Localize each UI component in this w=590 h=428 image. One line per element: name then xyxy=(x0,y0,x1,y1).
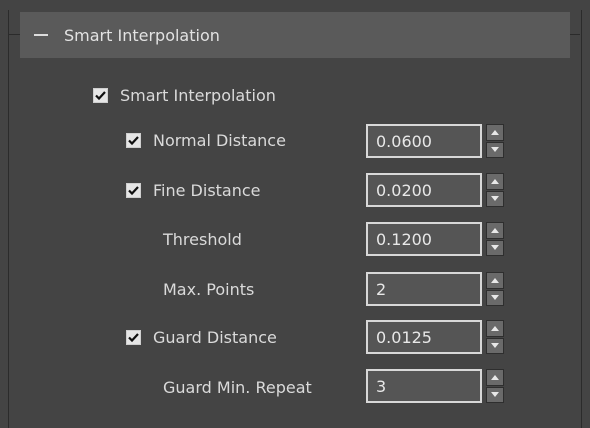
normal-distance-field[interactable] xyxy=(366,124,482,158)
down-arrow-icon xyxy=(491,392,499,398)
guard-distance-checkbox[interactable] xyxy=(126,330,141,345)
normal-distance-spinner[interactable] xyxy=(366,124,504,158)
guard-min-repeat-spinner[interactable] xyxy=(366,369,504,403)
up-arrow-icon xyxy=(491,374,499,380)
spin-up-button[interactable] xyxy=(486,320,504,337)
guard-min-repeat-row: Guard Min. Repeat xyxy=(163,378,312,397)
smart-interpolation-row[interactable]: Smart Interpolation xyxy=(93,86,276,105)
guard-min-repeat-field[interactable] xyxy=(366,369,482,403)
guard-min-repeat-label: Guard Min. Repeat xyxy=(163,378,312,397)
spin-down-button[interactable] xyxy=(486,386,504,403)
guard-distance-spinner[interactable] xyxy=(366,320,504,354)
checkmark-icon xyxy=(95,91,106,101)
rollout-border-left xyxy=(8,34,20,35)
fine-distance-field[interactable] xyxy=(366,173,482,207)
smart-interpolation-label: Smart Interpolation xyxy=(120,86,276,105)
spin-up-button[interactable] xyxy=(486,369,504,386)
guard-distance-row[interactable]: Guard Distance xyxy=(126,328,277,347)
spin-down-button[interactable] xyxy=(486,190,504,207)
rollout-title: Smart Interpolation xyxy=(64,25,220,45)
spin-up-button[interactable] xyxy=(486,272,504,289)
threshold-spinner[interactable] xyxy=(366,222,504,256)
threshold-label: Threshold xyxy=(163,230,242,249)
spin-down-button[interactable] xyxy=(486,289,504,306)
fine-distance-spinner[interactable] xyxy=(366,173,504,207)
up-arrow-icon xyxy=(491,277,499,283)
fine-distance-label: Fine Distance xyxy=(153,181,261,200)
down-arrow-icon xyxy=(491,295,499,301)
spin-down-button[interactable] xyxy=(486,337,504,354)
threshold-arrows xyxy=(486,222,504,256)
rollout-header[interactable]: Smart Interpolation xyxy=(20,12,570,58)
fine-distance-row[interactable]: Fine Distance xyxy=(126,181,261,200)
threshold-field[interactable] xyxy=(366,222,482,256)
up-arrow-icon xyxy=(491,227,499,233)
spin-down-button[interactable] xyxy=(486,141,504,158)
down-arrow-icon xyxy=(491,147,499,153)
fine-distance-arrows xyxy=(486,173,504,207)
threshold-row: Threshold xyxy=(163,230,242,249)
up-arrow-icon xyxy=(491,178,499,184)
rollout-panel xyxy=(8,10,582,428)
normal-distance-label: Normal Distance xyxy=(153,131,286,150)
spin-up-button[interactable] xyxy=(486,124,504,141)
max-points-field[interactable] xyxy=(366,272,482,306)
spin-down-button[interactable] xyxy=(486,239,504,256)
checkmark-icon xyxy=(128,186,139,196)
guard-min-repeat-arrows xyxy=(486,369,504,403)
down-arrow-icon xyxy=(491,245,499,251)
normal-distance-row[interactable]: Normal Distance xyxy=(126,131,286,150)
guard-distance-label: Guard Distance xyxy=(153,328,277,347)
down-arrow-icon xyxy=(491,343,499,349)
max-points-label: Max. Points xyxy=(163,280,255,299)
checkmark-icon xyxy=(128,136,139,146)
down-arrow-icon xyxy=(491,196,499,202)
smart-interpolation-checkbox[interactable] xyxy=(93,88,108,103)
spin-up-button[interactable] xyxy=(486,173,504,190)
guard-distance-arrows xyxy=(486,320,504,354)
normal-distance-arrows xyxy=(486,124,504,158)
spin-up-button[interactable] xyxy=(486,222,504,239)
checkmark-icon xyxy=(128,333,139,343)
rollout-border-right xyxy=(570,34,580,35)
guard-distance-field[interactable] xyxy=(366,320,482,354)
max-points-arrows xyxy=(486,272,504,306)
fine-distance-checkbox[interactable] xyxy=(126,183,141,198)
up-arrow-icon xyxy=(491,129,499,135)
max-points-row: Max. Points xyxy=(163,280,254,299)
minus-icon[interactable] xyxy=(34,34,48,36)
max-points-spinner[interactable] xyxy=(366,272,504,306)
up-arrow-icon xyxy=(491,325,499,331)
normal-distance-checkbox[interactable] xyxy=(126,133,141,148)
